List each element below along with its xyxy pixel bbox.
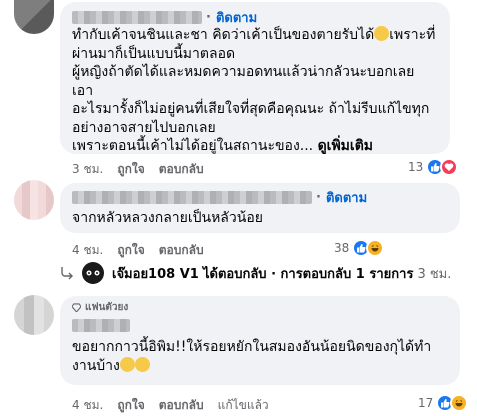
reaction-count: 13: [408, 160, 424, 174]
comment-text: ขอยากกาวนี้อิพิม!!ให้รอยหยักในสมองอันน้อ…: [72, 339, 432, 374]
reply-summary-text[interactable]: ได้ตอบกลับ · การตอบกลับ 1 รายการ: [203, 263, 413, 284]
love-icon: [440, 158, 459, 176]
replier-name[interactable]: เจ๊มอย108 V1: [112, 263, 199, 284]
like-button[interactable]: ถูกใจ: [117, 160, 144, 179]
separator-dot: ·: [316, 189, 321, 205]
haha-icon: [366, 239, 385, 257]
reply-button[interactable]: ตอบกลับ: [159, 160, 204, 179]
reaction-summary[interactable]: 38: [334, 239, 385, 257]
edited-label: แก้ไขแล้ว: [217, 398, 269, 412]
commenter-name-redacted[interactable]: [72, 10, 202, 24]
reaction-summary[interactable]: 13: [408, 158, 459, 176]
commenter-avatar[interactable]: [14, 180, 54, 220]
rofl-emoji-icon: [119, 356, 135, 372]
reply-summary[interactable]: เจ๊มอย108 V1 ได้ตอบกลับ · การตอบกลับ 1 ร…: [60, 262, 451, 284]
haha-icon: [450, 394, 469, 412]
like-button[interactable]: ถูกใจ: [117, 241, 144, 260]
comment-text: จากหลัวหลวงกลายเป็นหลัวน้อย: [72, 210, 263, 226]
reply-button[interactable]: ตอบกลับ: [159, 241, 204, 260]
reaction-summary[interactable]: 17: [418, 394, 469, 412]
commenter-avatar[interactable]: [14, 295, 54, 335]
replier-avatar: [82, 262, 104, 284]
comment-actions: 4 ชม. ถูกใจ ตอบกลับ: [72, 241, 218, 260]
reaction-count: 38: [334, 241, 350, 255]
diamond-icon: [72, 302, 81, 312]
reply-button[interactable]: ตอบกลับ: [159, 396, 204, 415]
comment-header: [72, 316, 448, 334]
comment-time[interactable]: 3 ชม.: [72, 160, 103, 179]
reply-arrow-icon: [61, 267, 73, 280]
separator-dot: ·: [206, 9, 211, 25]
see-more-link[interactable]: ดูเพิ่มเติม: [318, 138, 373, 154]
comment-time[interactable]: 4 ชม.: [72, 396, 103, 415]
rofl-emoji-icon: [134, 356, 150, 372]
comment-text: ทำกับเค้าจนชินและชา คิดว่าเค้าเป็นของตาย…: [72, 26, 436, 154]
comment-header: · ติดตาม: [72, 8, 438, 26]
comment-actions: 3 ชม. ถูกใจ ตอบกลับ: [72, 160, 218, 179]
follow-button[interactable]: ติดตาม: [216, 7, 257, 28]
comment-actions: 4 ชม. ถูกใจ ตอบกลับ แก้ไขแล้ว: [72, 396, 283, 415]
comment-bubble: · ติดตาม จากหลัวหลวงกลายเป็นหลัวน้อย: [60, 183, 460, 233]
like-button[interactable]: ถูกใจ: [117, 396, 144, 415]
follow-button[interactable]: ติดตาม: [326, 187, 367, 208]
badge-label: แฟนตัวยง: [85, 301, 129, 313]
reaction-count: 17: [418, 396, 434, 410]
comment-bubble: แฟนตัวยง ขอยากกาวนี้อิพิม!!ให้รอยหยักในส…: [60, 296, 460, 385]
sad-face-emoji-icon: [374, 26, 390, 41]
commenter-name-redacted[interactable]: [72, 318, 130, 332]
top-fan-badge: แฟนตัวยง: [72, 300, 448, 314]
comment-bubble: · ติดตาม ทำกับเค้าจนชินและชา คิดว่าเค้าเ…: [60, 2, 450, 154]
reply-time: 3 ชม.: [417, 266, 452, 282]
commenter-name-redacted[interactable]: [72, 190, 312, 204]
comment-time[interactable]: 4 ชม.: [72, 241, 103, 260]
comment-header: · ติดตาม: [72, 188, 448, 206]
commenter-avatar[interactable]: [14, 0, 54, 34]
